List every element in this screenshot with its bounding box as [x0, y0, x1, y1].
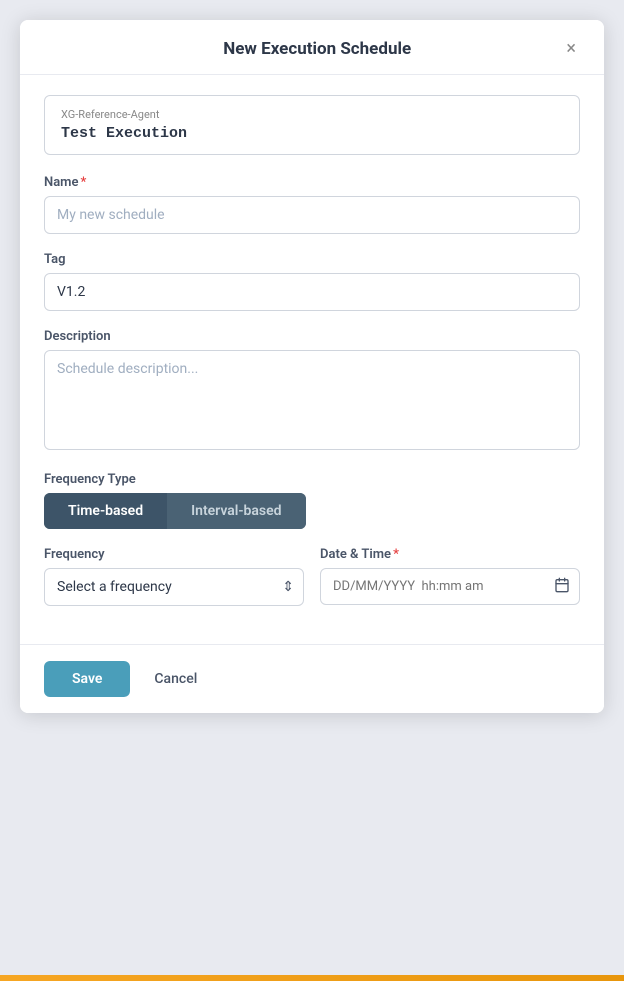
- frequency-select[interactable]: Select a frequency Daily Weekly Monthly: [44, 568, 304, 606]
- frequency-datetime-row: Frequency Select a frequency Daily Weekl…: [44, 547, 580, 606]
- datetime-input[interactable]: [320, 568, 580, 605]
- name-field-group: Name*: [44, 175, 580, 234]
- datetime-required-marker: *: [393, 547, 399, 562]
- tag-input[interactable]: [44, 273, 580, 311]
- frequency-field-group: Frequency Select a frequency Daily Weekl…: [44, 547, 304, 606]
- tag-label: Tag: [44, 252, 580, 267]
- description-label: Description: [44, 329, 580, 344]
- tag-field-group: Tag: [44, 252, 580, 311]
- frequency-select-wrapper: Select a frequency Daily Weekly Monthly …: [44, 568, 304, 606]
- description-field-group: Description: [44, 329, 580, 454]
- frequency-type-label: Frequency Type: [44, 472, 580, 487]
- interval-based-button[interactable]: Interval-based: [167, 493, 305, 529]
- frequency-type-group: Frequency Type Time-based Interval-based: [44, 472, 580, 529]
- description-wrapper: [44, 350, 580, 454]
- modal-footer: Save Cancel: [20, 644, 604, 713]
- name-required-marker: *: [80, 175, 86, 190]
- description-input[interactable]: [44, 350, 580, 450]
- execution-card: XG-Reference-Agent Test Execution: [44, 95, 580, 155]
- execution-agent-label: XG-Reference-Agent: [61, 108, 563, 121]
- modal-title: New Execution Schedule: [72, 39, 562, 59]
- time-based-button[interactable]: Time-based: [44, 493, 167, 529]
- bottom-bar: [0, 975, 624, 981]
- frequency-type-toggle: Time-based Interval-based: [44, 493, 306, 529]
- save-button[interactable]: Save: [44, 661, 130, 697]
- frequency-label: Frequency: [44, 547, 304, 562]
- name-input[interactable]: [44, 196, 580, 234]
- close-button[interactable]: ×: [562, 38, 580, 60]
- cancel-button[interactable]: Cancel: [146, 661, 205, 697]
- datetime-field-group: Date & Time*: [320, 547, 580, 606]
- datetime-label: Date & Time*: [320, 547, 580, 562]
- datetime-wrapper: [320, 568, 580, 605]
- execution-name: Test Execution: [61, 125, 563, 142]
- name-label: Name*: [44, 175, 580, 190]
